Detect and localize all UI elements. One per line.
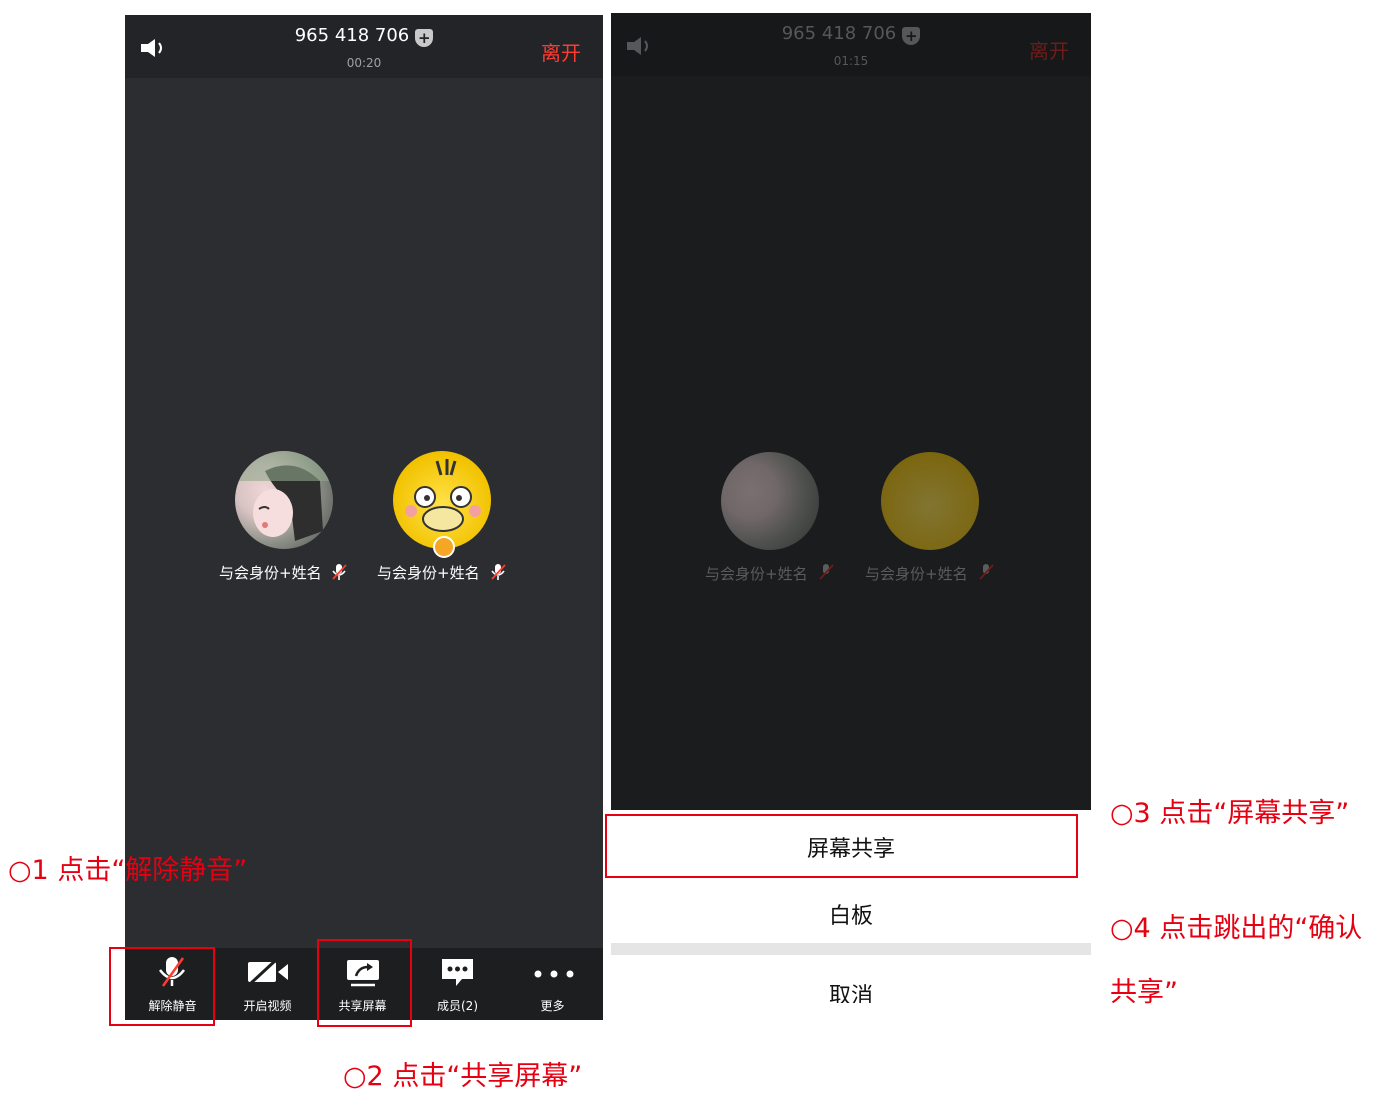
mic-muted-icon <box>491 564 506 580</box>
sheet-divider <box>611 943 1091 955</box>
participant-name-2: 与会身份+姓名 <box>377 564 480 582</box>
host-badge-icon <box>433 536 455 558</box>
meeting-id-row: 965 418 706 + <box>611 23 1091 45</box>
step1-annotation: ○1 点击“解除静音” <box>8 855 248 886</box>
start-video-label: 开启视频 <box>243 999 292 1013</box>
meeting-timer: 01:15 <box>833 54 869 68</box>
meeting-top-bar: 965 418 706 + 01:15 离开 <box>611 13 1091 76</box>
highlight-screen-share-option <box>605 814 1078 878</box>
members-label: 成员(2) <box>437 999 478 1013</box>
whiteboard-option[interactable]: 白板 <box>611 898 1091 930</box>
step3-annotation: ○3 点击“屏幕共享” <box>1110 798 1350 829</box>
dimmed-meeting-background[interactable]: 965 418 706 + 01:15 离开 与会身份+姓名 与会身份+姓名 <box>611 13 1091 810</box>
more-label: 更多 <box>540 999 565 1013</box>
meeting-id-row: 965 418 706 + <box>125 25 603 47</box>
meeting-top-bar: 965 418 706 + 00:20 离开 <box>125 15 603 78</box>
cancel-button[interactable]: 取消 <box>611 978 1091 1003</box>
highlight-share-screen <box>317 939 412 1027</box>
mic-muted-icon <box>979 564 994 580</box>
more-dots-icon <box>534 970 574 978</box>
leave-button[interactable]: 离开 <box>541 37 581 66</box>
participant-avatar-2 <box>881 452 979 550</box>
participant-name-2: 与会身份+姓名 <box>865 565 968 583</box>
step4-annotation: ○4 点击跳出的“确认共享” <box>1110 913 1363 1008</box>
highlight-unmute <box>109 947 215 1026</box>
mic-muted-icon <box>819 564 834 580</box>
participant-avatar-1 <box>721 452 819 550</box>
anime-girl-icon <box>235 451 333 541</box>
mic-muted-icon <box>332 564 347 580</box>
participant-name-1: 与会身份+姓名 <box>219 564 322 582</box>
meeting-id: 965 418 706 <box>781 23 897 44</box>
meeting-id: 965 418 706 <box>294 25 410 46</box>
more-button[interactable]: 更多 <box>505 948 600 1020</box>
video-off-icon <box>248 958 288 986</box>
yellow-duck-icon <box>405 459 481 532</box>
members-button[interactable]: 成员(2) <box>410 948 505 1020</box>
participant-name-1: 与会身份+姓名 <box>705 565 808 583</box>
leave-button: 离开 <box>1029 39 1069 63</box>
participant-avatar-2[interactable] <box>393 451 491 549</box>
shield-icon: + <box>415 29 434 47</box>
shield-icon: + <box>902 27 921 45</box>
start-video-button[interactable]: 开启视频 <box>220 948 315 1020</box>
meeting-timer: 00:20 <box>346 56 382 70</box>
members-chat-icon <box>442 959 473 986</box>
participant-avatar-1[interactable] <box>235 451 333 549</box>
